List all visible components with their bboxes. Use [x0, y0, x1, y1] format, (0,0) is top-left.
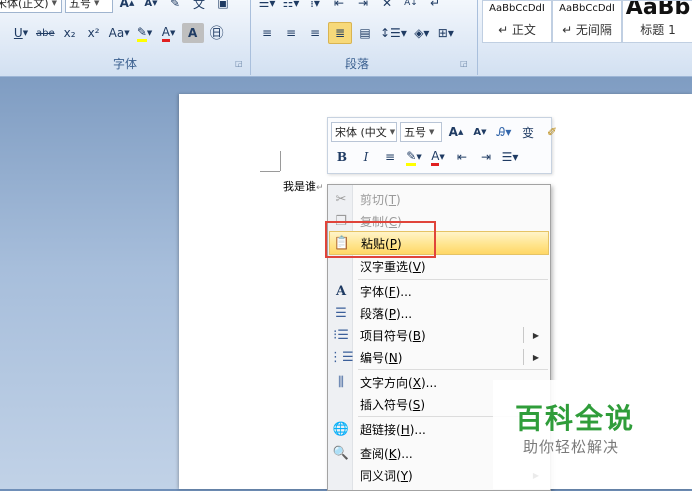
mini-format-painter-icon[interactable]: ✐: [541, 122, 563, 142]
increase-indent-icon[interactable]: ⇥: [352, 0, 374, 13]
mini-highlight-button[interactable]: ✎ ▼: [403, 147, 425, 167]
mini-center-icon[interactable]: ≡: [379, 147, 401, 167]
char-shading-button[interactable]: A: [181, 23, 204, 43]
sort-icon[interactable]: A↓: [400, 0, 422, 13]
distributed-icon[interactable]: ▤: [354, 23, 376, 43]
document-text[interactable]: 我是谁↵: [283, 178, 324, 194]
align-left-icon[interactable]: ≡: [256, 23, 278, 43]
mini-font-combo[interactable]: 宋体 (中文 ▼: [331, 122, 397, 142]
font-dialog-launcher-icon[interactable]: ◲: [235, 59, 243, 68]
numbering-icon[interactable]: ☷▾: [280, 0, 302, 13]
mini-grow-font-button[interactable]: A ▲: [445, 122, 467, 142]
superscript-button[interactable]: x²: [83, 23, 105, 43]
mini-styles-icon[interactable]: Ꭿ▾: [493, 122, 515, 142]
mini-toolbar: 宋体 (中文 ▼ 五号 ▼ A ▲ A ▼ Ꭿ▾ 变 ✐ B I ≡ ✎ ▼ A ▼ ⇤ ⇥…: [327, 117, 557, 174]
style-normal[interactable]: AaBbCcDdI ↵ 正文: [482, 0, 552, 43]
paragraph-row-2: ≡ ≡ ≡ ≣ ▤ ↕☰▾ ◈▾ ⊞▾: [256, 22, 459, 44]
mini-shrink-font-button[interactable]: A ▼: [469, 122, 491, 142]
menu-item-numbering[interactable]: ⋮☰ 编号(N) ▶: [329, 346, 549, 368]
change-case-button[interactable]: Aa ▼: [107, 23, 132, 43]
paragraph-group-label: 段落: [344, 57, 369, 71]
margin-corner-mark: [280, 151, 281, 171]
mini-bullets-icon[interactable]: ☰▾: [499, 147, 521, 167]
paragraph-row-1: ☰▾ ☷▾ ⁞▾ ⇤ ⇥ ✕ A↓ ↵: [256, 0, 448, 14]
bullets-icon: ⁝☰: [333, 327, 349, 343]
mini-increase-indent-icon[interactable]: ⇥: [475, 147, 497, 167]
bullets-icon[interactable]: ☰▾: [256, 0, 278, 13]
font-group-label: 字体: [112, 57, 137, 71]
phonetic-guide-icon[interactable]: 文: [188, 0, 210, 13]
style-no-spacing[interactable]: AaBbCcDdI ↵ 无间隔: [552, 0, 622, 43]
mini-italic-button[interactable]: I: [355, 147, 377, 167]
style-heading-1[interactable]: AaBb 标题 1: [622, 0, 692, 43]
decrease-indent-icon[interactable]: ⇤: [328, 0, 350, 13]
mini-font-color-button[interactable]: A ▼: [427, 147, 449, 167]
font-row-2: U ▼ abe x₂ x² Aa ▼ ✎ ▼ A ▼ A ㊐: [0, 22, 230, 44]
strikethrough-button[interactable]: abe: [34, 23, 57, 43]
menu-item-font[interactable]: A 字体(F)...: [329, 280, 549, 302]
menu-item-cut[interactable]: ✂ 剪切(T): [329, 188, 549, 210]
font-name-value: 宋体(正文): [0, 0, 49, 10]
ribbon: 宋体(正文) ▼ 五号 ▼ A ▲ A ▼ ✎ 文 ▣ U ▼ abe x₂ x² Aa ▼…: [0, 0, 692, 77]
align-right-icon[interactable]: ≡: [304, 23, 326, 43]
font-row-1: 宋体(正文) ▼ 五号 ▼ A ▲ A ▼ ✎ 文 ▣: [0, 0, 236, 14]
menu-item-reconvert[interactable]: 汉字重选(V): [329, 255, 549, 277]
mini-phonetic-icon[interactable]: 变: [517, 122, 539, 142]
chinese-layout-icon[interactable]: ✕: [376, 0, 398, 13]
menu-separator: [358, 369, 548, 370]
paragraph-dialog-launcher-icon[interactable]: ◲: [460, 59, 468, 68]
show-marks-icon[interactable]: ↵: [424, 0, 446, 13]
enclose-char-button[interactable]: ㊐: [206, 23, 228, 43]
font-icon: A: [335, 283, 347, 299]
menu-item-paragraph[interactable]: ☰ 段落(P)...: [329, 302, 549, 324]
multilevel-list-icon[interactable]: ⁞▾: [304, 0, 326, 13]
mini-toolbar-row-2: B I ≡ ✎ ▼ A ▼ ⇤ ⇥ ☰▾: [331, 146, 523, 168]
align-center-icon[interactable]: ≡: [280, 23, 302, 43]
shrink-font-button[interactable]: A ▼: [140, 0, 162, 13]
font-name-combo[interactable]: 宋体(正文) ▼: [0, 0, 62, 13]
watermark-subtitle: 助你轻松解决: [523, 438, 620, 456]
clear-format-icon[interactable]: ✎: [164, 0, 186, 13]
line-spacing-icon[interactable]: ↕☰▾: [378, 23, 409, 43]
numbering-icon: ⋮☰: [329, 349, 354, 365]
mini-toolbar-row-1: 宋体 (中文 ▼ 五号 ▼ A ▲ A ▼ Ꭿ▾ 变 ✐: [331, 121, 565, 143]
char-border-icon[interactable]: ▣: [212, 0, 234, 13]
text-direction-icon: ⫼: [338, 374, 344, 390]
group-divider: [250, 0, 251, 75]
paste-callout-box: [325, 221, 436, 258]
font-color-button[interactable]: A ▼: [158, 23, 180, 43]
highlight-color-button[interactable]: ✎ ▼: [134, 23, 156, 43]
hyperlink-icon: 🌐: [332, 421, 350, 437]
grow-font-button[interactable]: A ▲: [116, 0, 138, 13]
watermark-title: 百科全说: [515, 402, 636, 435]
margin-corner-mark: [260, 171, 280, 172]
submenu-arrow-icon: ▶: [532, 352, 539, 362]
submenu-arrow-icon: ▶: [532, 330, 539, 340]
mini-bold-button[interactable]: B: [331, 147, 353, 167]
group-divider: [477, 0, 478, 75]
underline-button[interactable]: U ▼: [10, 23, 32, 43]
borders-icon[interactable]: ⊞▾: [435, 23, 457, 43]
menu-item-bullets[interactable]: ⁝☰ 项目符号(B) ▶: [329, 324, 549, 346]
subscript-button[interactable]: x₂: [59, 23, 81, 43]
paragraph-icon: ☰: [335, 305, 347, 321]
scissors-icon: ✂: [335, 191, 347, 207]
font-size-combo[interactable]: 五号 ▼: [65, 0, 113, 13]
shading-icon[interactable]: ◈▾: [411, 23, 433, 43]
mini-decrease-indent-icon[interactable]: ⇤: [451, 147, 473, 167]
font-size-value: 五号: [69, 0, 91, 10]
justify-icon[interactable]: ≣: [328, 22, 352, 44]
mini-size-combo[interactable]: 五号 ▼: [400, 122, 442, 142]
lookup-icon: 🔍: [332, 445, 350, 461]
